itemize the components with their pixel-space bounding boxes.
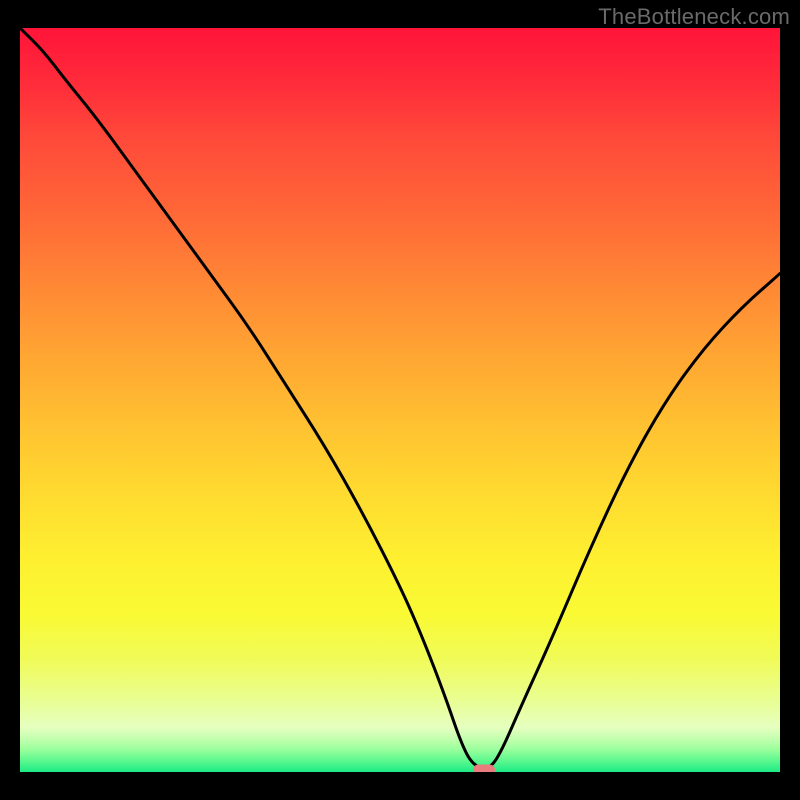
- chart-frame: TheBottleneck.com: [0, 0, 800, 800]
- curve-svg: [20, 28, 780, 772]
- bottleneck-curve: [20, 28, 780, 768]
- plot-area: [20, 28, 780, 772]
- attribution-text: TheBottleneck.com: [598, 4, 790, 30]
- optimum-marker: [473, 764, 495, 772]
